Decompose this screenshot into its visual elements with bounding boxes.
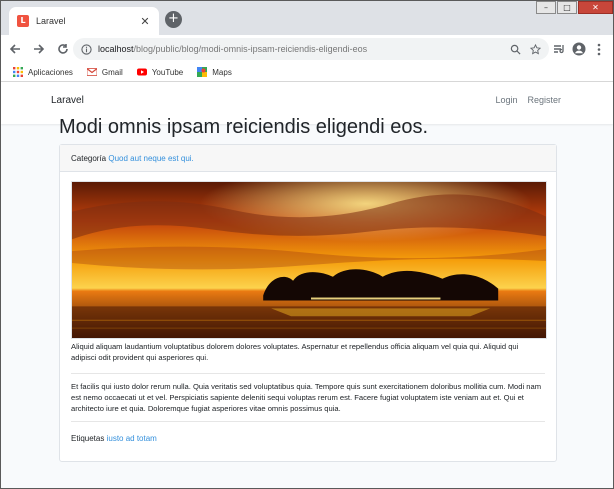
maps-icon: [197, 67, 208, 77]
account-avatar-icon: [572, 42, 586, 56]
back-button[interactable]: [5, 39, 25, 59]
post-content: Et facilis qui iusto dolor rerum nulla. …: [71, 382, 542, 413]
divider: [71, 373, 545, 374]
post-body: Aliquid aliquam laudantium voluptatibus …: [60, 172, 556, 443]
youtube-icon: [136, 68, 147, 76]
apps-grid-icon: [13, 67, 23, 77]
bookmark-label: Maps: [212, 67, 232, 77]
window-close-button[interactable]: ✕: [578, 1, 613, 14]
bookmarks-bar: Aplicaciones Gmail YouTube Maps: [1, 63, 613, 82]
url-path: /blog/public/blog/modi-omnis-ipsam-reici…: [133, 44, 368, 54]
site-brand-link[interactable]: Laravel: [51, 95, 84, 106]
window-controls: – □ ✕: [535, 1, 613, 14]
page-viewport: Laravel Login Register Modi omnis ipsam …: [1, 82, 613, 488]
minimize-button[interactable]: –: [536, 1, 556, 14]
post-excerpt: Aliquid aliquam laudantium voluptatibus …: [71, 342, 519, 362]
category-link[interactable]: Quod aut neque est qui.: [108, 154, 193, 163]
gmail-icon: [86, 68, 97, 76]
tab-title: Laravel: [36, 16, 66, 26]
browser-toolbar: localhost/blog/public/blog/modi-omnis-ip…: [1, 35, 613, 63]
playlist-icon: [553, 44, 564, 53]
maximize-button[interactable]: □: [557, 1, 577, 14]
toolbar-right: [549, 39, 609, 59]
info-icon: [81, 43, 92, 55]
reload-icon: [58, 44, 68, 54]
post-category: Categoría Quod aut neque est qui.: [60, 145, 556, 172]
tab-strip: L Laravel ✕ + – □ ✕: [1, 1, 613, 35]
bookmark-maps[interactable]: Maps: [197, 67, 232, 77]
menu-button[interactable]: [589, 39, 609, 59]
auth-links: Login Register: [485, 95, 561, 105]
post-title: Modi omnis ipsam reiciendis eligendi eos…: [59, 116, 429, 138]
profile-button[interactable]: [569, 39, 589, 59]
tags-label: Etiquetas: [71, 434, 105, 443]
login-link[interactable]: Login: [495, 95, 517, 105]
laravel-favicon-icon: L: [17, 15, 29, 27]
bookmark-gmail[interactable]: Gmail: [86, 67, 123, 77]
address-bar[interactable]: localhost/blog/public/blog/modi-omnis-ip…: [73, 38, 549, 60]
media-controls-button[interactable]: [549, 39, 569, 59]
back-arrow-icon: [9, 44, 20, 54]
bookmark-label: Gmail: [101, 67, 123, 77]
post-tags: Etiquetas iusto ad totam: [71, 428, 545, 443]
divider: [71, 421, 545, 422]
forward-arrow-icon: [34, 44, 45, 54]
browser-tab[interactable]: L Laravel ✕: [9, 7, 159, 35]
forward-button[interactable]: [29, 39, 49, 59]
bookmark-apps[interactable]: Aplicaciones: [13, 67, 73, 77]
star-icon: [530, 43, 541, 55]
bookmark-label: Aplicaciones: [28, 67, 73, 77]
category-label: Categoría: [71, 153, 107, 163]
reload-button[interactable]: [53, 39, 73, 59]
sunset-lake-image: [71, 181, 547, 339]
tag-link[interactable]: iusto ad totam: [107, 434, 157, 443]
bookmark-label: YouTube: [151, 67, 184, 77]
kebab-menu-icon: [597, 43, 601, 55]
bookmark-youtube[interactable]: YouTube: [136, 67, 184, 77]
register-link[interactable]: Register: [527, 95, 561, 105]
new-tab-button[interactable]: +: [165, 11, 182, 28]
zoom-icon: [510, 44, 521, 55]
close-tab-icon[interactable]: ✕: [139, 15, 151, 28]
url-host: localhost: [98, 44, 134, 54]
url-text: localhost/blog/public/blog/modi-omnis-ip…: [98, 44, 510, 54]
browser-window: L Laravel ✕ + – □ ✕ localhost/blog/publi…: [0, 0, 614, 489]
post-card: Categoría Quod aut neque est qui. Aliqui…: [59, 144, 557, 462]
